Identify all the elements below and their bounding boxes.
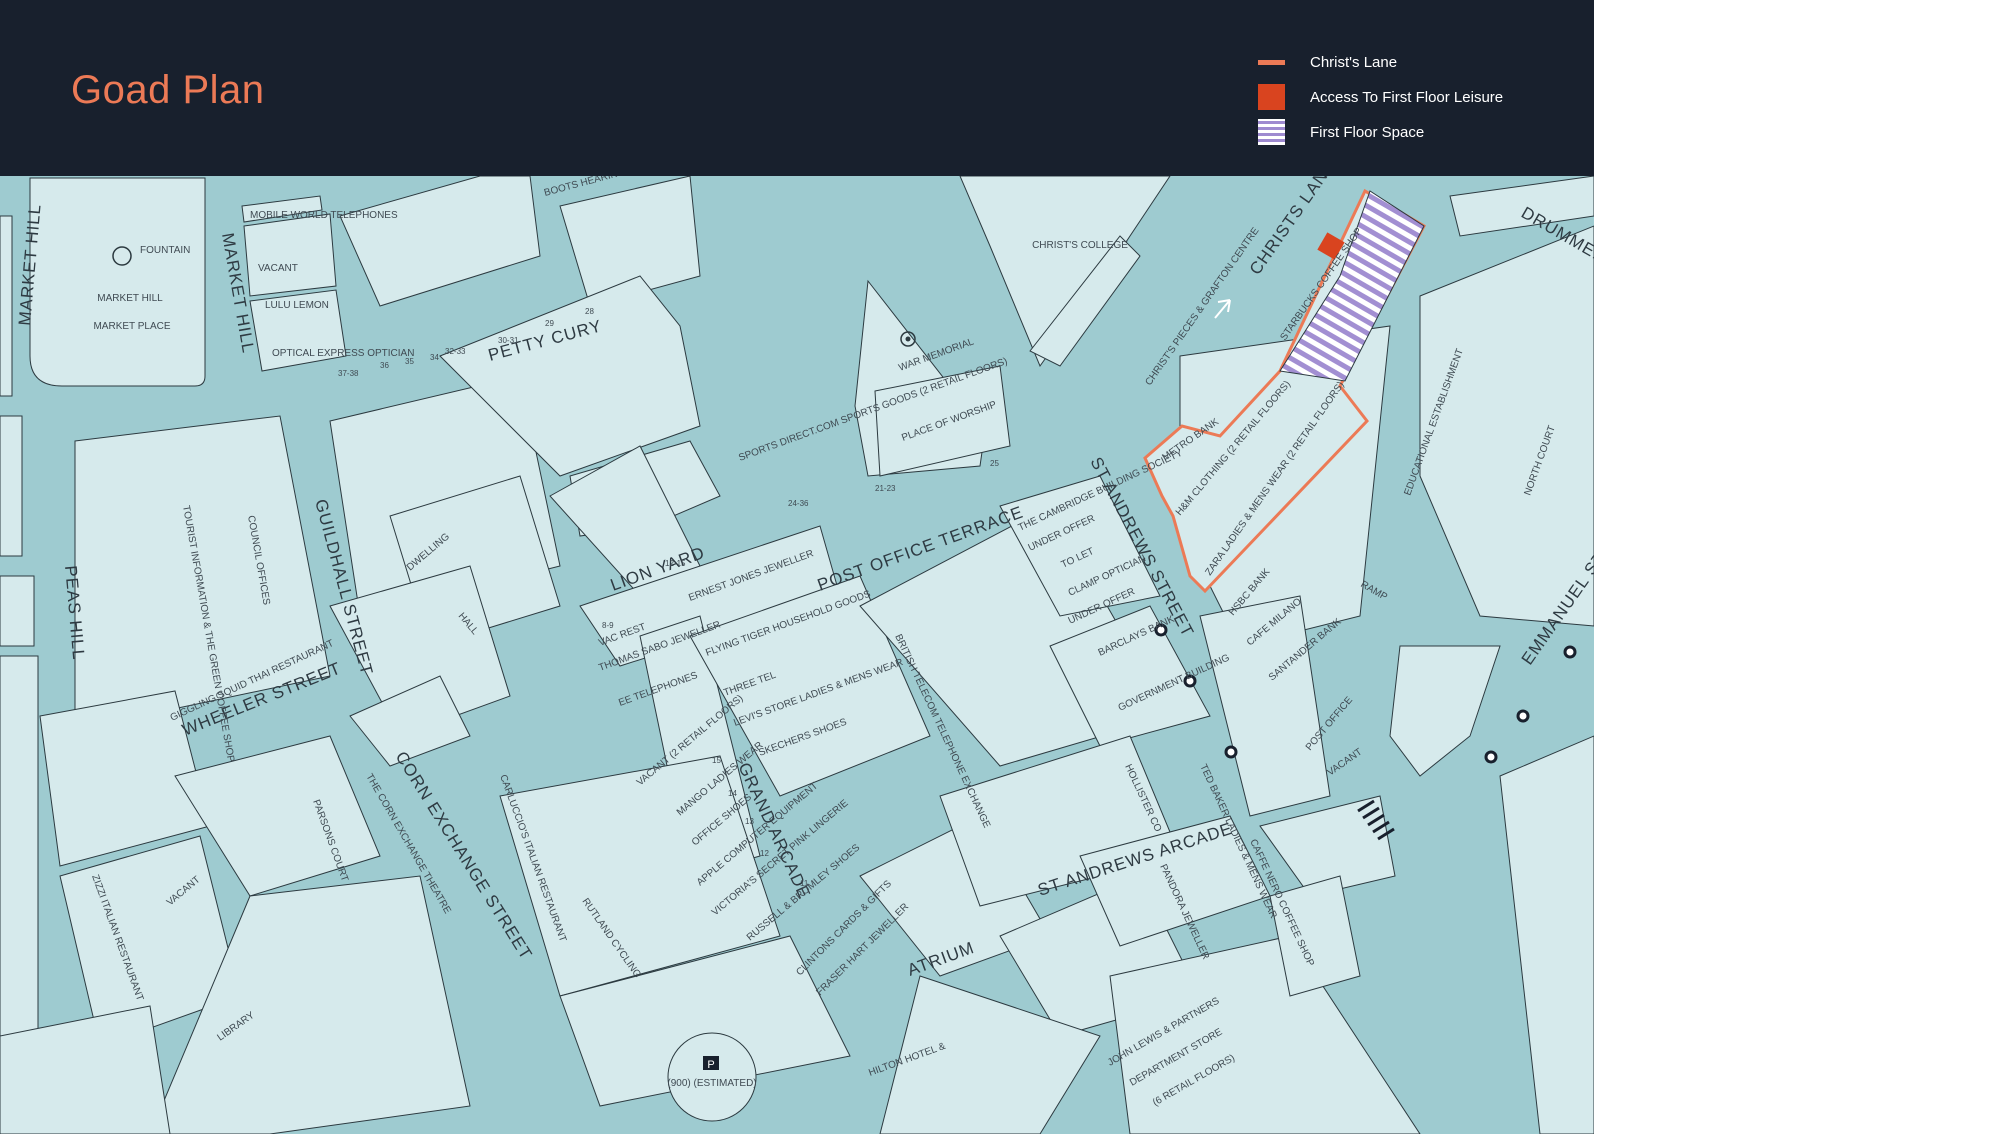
unit-lulu-lemon: LULU LEMON	[265, 300, 329, 311]
page-title: Goad Plan	[71, 68, 265, 112]
legend-label: Access To First Floor Leisure	[1310, 88, 1504, 106]
unit-number: 29	[545, 319, 554, 328]
access-square-swatch	[1258, 84, 1285, 110]
unit-number: 35	[405, 357, 414, 366]
unit-number: 11	[800, 879, 809, 888]
unit-number: 34	[430, 353, 439, 362]
unit-number: 15	[712, 756, 721, 765]
christs-college-label: CHRIST'S COLLEGE	[1032, 240, 1128, 251]
unit-vacant: VACANT	[258, 263, 298, 274]
hatch-swatch	[1258, 119, 1285, 145]
unit-number: 25	[990, 459, 999, 468]
unit-number: 14	[728, 789, 737, 798]
unit-number: 21-23	[875, 484, 896, 493]
legend-label: Christ's Lane	[1310, 53, 1398, 71]
christs-lane-line-swatch	[1258, 59, 1285, 65]
unit-mobile-world: MOBILE WORLD TELEPHONES	[250, 210, 398, 221]
legend-item-access: Access To First Floor Leisure	[1258, 84, 1503, 110]
parking-spaces-label: (900) (ESTIMATED)	[667, 1078, 756, 1089]
unit-number: 24-36	[788, 499, 809, 508]
unit-number: 12-15	[665, 559, 686, 568]
legend-item-christs-lane: Christ's Lane	[1258, 49, 1397, 75]
fountain-label: FOUNTAIN	[140, 245, 190, 256]
legend-label: First Floor Space	[1310, 123, 1425, 141]
unit-number: 36	[380, 361, 389, 370]
parking-letter: P	[707, 1059, 714, 1071]
unit-number: 8-9	[602, 621, 614, 630]
unit-number: 32-33	[445, 347, 466, 356]
legend-item-first-floor: First Floor Space	[1258, 119, 1424, 145]
parking-circle	[667, 1032, 757, 1122]
unit-number: 37-38	[338, 369, 359, 378]
unit-number: 12	[760, 849, 769, 858]
market-hill-label: MARKET HILL	[97, 293, 163, 304]
unit-number: 13	[745, 817, 754, 826]
unit-optical-express: OPTICAL EXPRESS OPTICIAN	[272, 348, 414, 359]
market-hill-block	[29, 177, 206, 387]
unit-number: 28	[585, 307, 594, 316]
unit-number: 30-31	[498, 336, 519, 345]
map-canvas: P (900) (ESTIMATED) MARKET HILL MARKET H…	[0, 176, 1594, 1134]
header-bar: Goad Plan Christ's Lane Access To First …	[0, 0, 1594, 176]
market-place-label: MARKET PLACE	[93, 321, 170, 332]
goad-map[interactable]: P (900) (ESTIMATED) MARKET HILL MARKET H…	[0, 176, 1594, 1134]
